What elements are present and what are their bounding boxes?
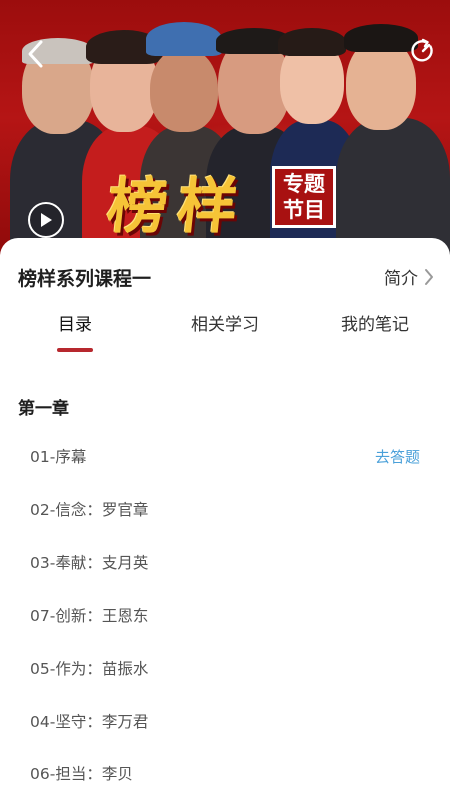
lesson-label: 02-信念：罗官章 <box>30 501 149 519</box>
intro-label: 简介 <box>384 269 418 289</box>
banner-badge-line2: 节目 <box>283 198 325 222</box>
chapter-title: 第一章 <box>18 399 69 419</box>
play-icon <box>41 213 52 227</box>
active-tab-indicator <box>57 348 93 352</box>
share-icon <box>411 38 433 62</box>
banner-title: 榜样 <box>103 172 252 242</box>
back-button[interactable] <box>20 38 52 70</box>
chevron-right-icon <box>425 268 433 285</box>
lesson-item[interactable]: 01-序幕 去答题 <box>30 436 420 476</box>
lesson-label: 04-坚守：李万君 <box>30 713 149 731</box>
lesson-item[interactable]: 06-担当：李贝 <box>30 753 420 793</box>
lesson-item[interactable]: 07-创新：王恩东 <box>30 595 420 635</box>
tab-related-learning[interactable]: 相关学习 <box>175 310 275 356</box>
lesson-item[interactable]: 04-坚守：李万君 <box>30 701 420 741</box>
banner-badge-line1: 专题 <box>283 172 325 196</box>
course-card: 榜样系列课程一 简介 目录 相关学习 我的笔记 第一章 01-序幕 去答题 02… <box>0 238 450 800</box>
intro-link[interactable]: 简介 <box>384 264 434 289</box>
chevron-left-icon <box>28 40 43 68</box>
course-title: 榜样系列课程一 <box>18 268 152 290</box>
hero-banner: 榜样 专题 节目 <box>0 0 450 262</box>
answer-quiz-link[interactable]: 去答题 <box>375 446 420 467</box>
lesson-label: 05-作为：苗振水 <box>30 660 149 678</box>
lesson-label: 03-奉献：支月英 <box>30 554 149 572</box>
lesson-label: 01-序幕 <box>30 448 87 466</box>
play-button[interactable] <box>28 202 64 238</box>
banner-badge: 专题 节目 <box>272 166 336 228</box>
lesson-label: 06-担当：李贝 <box>30 765 133 783</box>
lesson-item[interactable]: 03-奉献：支月英 <box>30 542 420 582</box>
lesson-label: 07-创新：王恩东 <box>30 607 149 625</box>
lesson-item[interactable]: 02-信念：罗官章 <box>30 489 420 529</box>
lesson-item[interactable]: 05-作为：苗振水 <box>30 648 420 688</box>
tab-my-notes[interactable]: 我的笔记 <box>325 310 425 356</box>
share-button[interactable] <box>408 36 438 66</box>
